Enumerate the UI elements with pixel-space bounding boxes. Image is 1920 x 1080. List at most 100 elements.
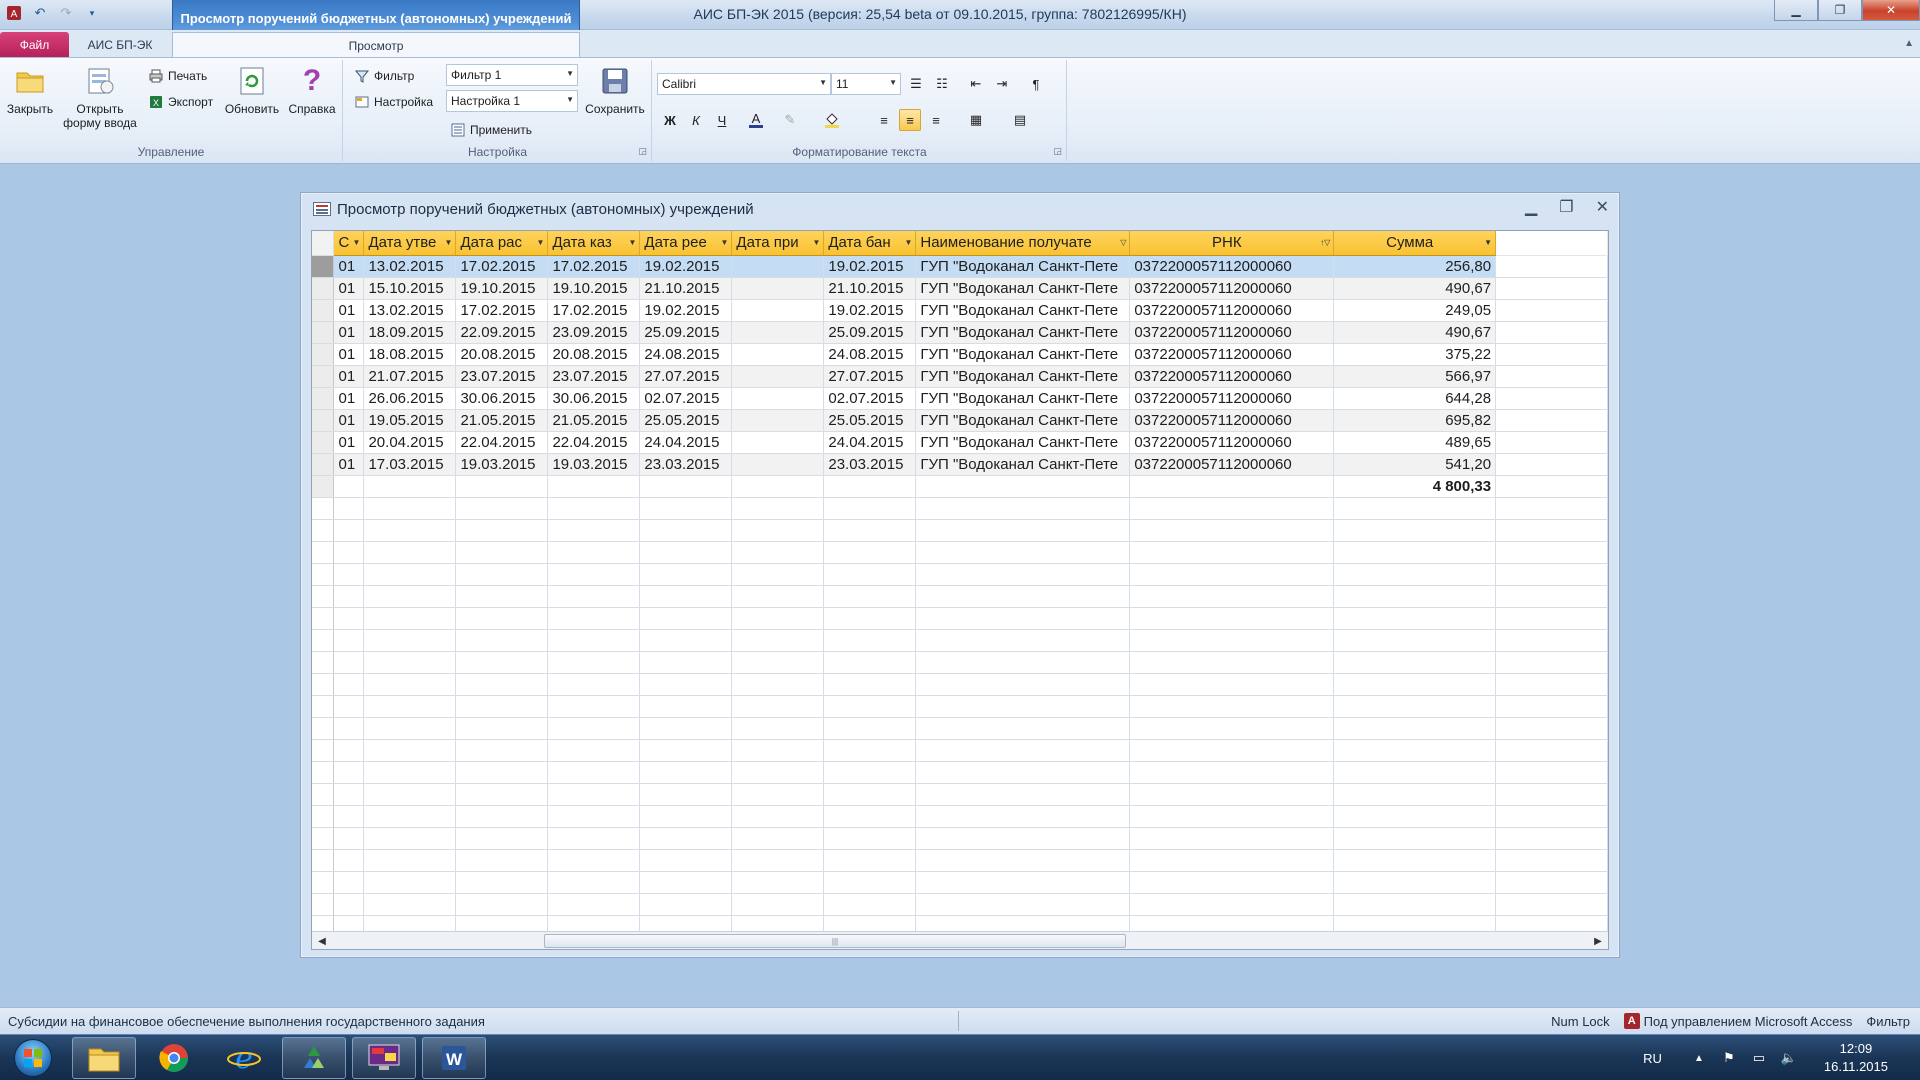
select-all-corner[interactable]	[312, 231, 335, 256]
table-cell[interactable]: 21.05.2015	[547, 409, 641, 432]
table-row[interactable]: 01 18.09.2015 22.09.2015 23.09.2015 25.09.20…	[312, 321, 1608, 344]
align-right-icon[interactable]: ≡	[925, 109, 947, 131]
table-row[interactable]: 01 19.05.2015 21.05.2015 21.05.2015 25.05.20…	[312, 409, 1608, 432]
apply-button[interactable]: Применить	[450, 122, 532, 138]
table-cell[interactable]: 13.02.2015	[363, 299, 457, 322]
close-button[interactable]: Закрыть	[4, 64, 56, 116]
table-cell[interactable]: 22.04.2015	[547, 431, 641, 454]
table-cell[interactable]: 24.08.2015	[823, 343, 917, 366]
table-cell[interactable]: 01	[333, 453, 365, 476]
table-cell[interactable]: 01	[333, 277, 365, 300]
redo-icon[interactable]: ↷	[56, 3, 76, 23]
indent-icon[interactable]: ⇥	[991, 73, 1013, 95]
font-color-icon[interactable]: A	[745, 109, 767, 131]
undo-icon[interactable]: ↶	[30, 3, 50, 23]
table-cell[interactable]: 30.06.2015	[547, 387, 641, 410]
row-selector[interactable]	[312, 299, 335, 322]
table-cell[interactable]	[731, 387, 825, 410]
export-button[interactable]: X Экспорт	[148, 94, 213, 110]
table-cell[interactable]: 22.09.2015	[455, 321, 549, 344]
table-cell[interactable]: 25.09.2015	[823, 321, 917, 344]
table-cell[interactable]: 25.05.2015	[823, 409, 917, 432]
clock[interactable]: 12:09 16.11.2015	[1824, 1040, 1888, 1076]
table-cell[interactable]: 0372200057112000060	[1129, 343, 1335, 366]
internet-explorer-icon[interactable]: e	[212, 1037, 276, 1079]
table-cell[interactable]: ГУП "Водоканал Санкт-Пете	[915, 387, 1131, 410]
table-cell[interactable]	[731, 453, 825, 476]
table-cell[interactable]	[731, 299, 825, 322]
col-header[interactable]: Дата рее ▼	[639, 231, 733, 256]
col-header[interactable]: С ▼	[333, 231, 365, 256]
table-cell[interactable]: 01	[333, 387, 365, 410]
table-cell[interactable]: ГУП "Водоканал Санкт-Пете	[915, 277, 1131, 300]
help-button[interactable]: ? Справка	[284, 64, 340, 116]
table-cell[interactable]	[731, 409, 825, 432]
customize-qat-icon[interactable]: ▾	[82, 3, 102, 23]
table-cell[interactable]: 17.02.2015	[547, 255, 641, 278]
scroll-right-icon[interactable]: ▶	[1590, 933, 1606, 949]
table-cell[interactable]: 02.07.2015	[823, 387, 917, 410]
row-selector[interactable]	[312, 365, 335, 388]
row-selector[interactable]	[312, 453, 335, 476]
table-cell[interactable]: 23.03.2015	[823, 453, 917, 476]
row-selector[interactable]	[312, 277, 335, 300]
col-header[interactable]: Дата бан ▼	[823, 231, 917, 256]
explorer-icon[interactable]	[72, 1037, 136, 1079]
row-selector[interactable]	[312, 387, 335, 410]
underline-button[interactable]: Ч	[711, 109, 733, 131]
start-button[interactable]	[6, 1037, 60, 1079]
table-cell[interactable]: ГУП "Водоканал Санкт-Пете	[915, 365, 1131, 388]
table-cell[interactable]: 375,22	[1333, 343, 1497, 366]
table-cell[interactable]: 644,28	[1333, 387, 1497, 410]
filter-button[interactable]: Фильтр	[354, 68, 414, 84]
tab-view[interactable]: Просмотр	[172, 32, 580, 58]
highlight-icon[interactable]: ✎	[779, 109, 801, 131]
table-cell[interactable]: 0372200057112000060	[1129, 321, 1335, 344]
col-header[interactable]: Дата каз ▼	[547, 231, 641, 256]
col-header[interactable]: Дата рас ▼	[455, 231, 549, 256]
paragraph-icon[interactable]: ¶	[1025, 73, 1047, 95]
table-cell[interactable]: 25.09.2015	[639, 321, 733, 344]
table-cell[interactable]	[731, 343, 825, 366]
table-cell[interactable]: 01	[333, 343, 365, 366]
table-row[interactable]: 01 18.08.2015 20.08.2015 20.08.2015 24.08.20…	[312, 343, 1608, 366]
table-cell[interactable]: 490,67	[1333, 321, 1497, 344]
form-restore-button[interactable]: ❐	[1559, 197, 1573, 217]
table-row[interactable]: 01 26.06.2015 30.06.2015 30.06.2015 02.07.20…	[312, 387, 1608, 410]
table-cell[interactable]: 19.02.2015	[639, 255, 733, 278]
table-cell[interactable]: 21.10.2015	[823, 277, 917, 300]
bold-button[interactable]: Ж	[659, 109, 681, 131]
open-form-button[interactable]: Открыть форму ввода	[58, 64, 142, 130]
row-selector[interactable]	[312, 343, 335, 366]
table-row[interactable]: 01 13.02.2015 17.02.2015 17.02.2015 19.02.20…	[312, 255, 1608, 278]
setup-select[interactable]: Настройка 1 ▼	[446, 90, 578, 112]
col-header[interactable]: Наименование получате ▽	[915, 231, 1131, 256]
table-row[interactable]: 01 15.10.2015 19.10.2015 19.10.2015 21.10.20…	[312, 277, 1608, 300]
save-button[interactable]: Сохранить	[580, 64, 650, 116]
table-cell[interactable]: 0372200057112000060	[1129, 255, 1335, 278]
table-cell[interactable]: 01	[333, 365, 365, 388]
minimize-button[interactable]: ▁	[1774, 0, 1818, 21]
table-cell[interactable]: 01	[333, 409, 365, 432]
word-icon[interactable]: W	[422, 1037, 486, 1079]
table-cell[interactable]: 19.10.2015	[455, 277, 549, 300]
table-cell[interactable]: ГУП "Водоканал Санкт-Пете	[915, 431, 1131, 454]
table-cell[interactable]: 21.10.2015	[639, 277, 733, 300]
dialog-launcher-icon[interactable]: ◲	[638, 146, 647, 157]
table-cell[interactable]: 19.03.2015	[455, 453, 549, 476]
table-cell[interactable]: 19.05.2015	[363, 409, 457, 432]
row-selector[interactable]	[312, 321, 335, 344]
col-header[interactable]: Сумма ▼	[1333, 231, 1497, 256]
table-cell[interactable]: 19.03.2015	[547, 453, 641, 476]
table-cell[interactable]: 0372200057112000060	[1129, 387, 1335, 410]
show-hidden-icons-icon[interactable]: ▲	[1688, 1047, 1710, 1069]
table-cell[interactable]: 0372200057112000060	[1129, 409, 1335, 432]
table-cell[interactable]: 18.08.2015	[363, 343, 457, 366]
volume-icon[interactable]: 🔈	[1778, 1047, 1800, 1069]
table-cell[interactable]: 22.04.2015	[455, 431, 549, 454]
table-row[interactable]: 01 17.03.2015 19.03.2015 19.03.2015 23.03.20…	[312, 453, 1608, 476]
table-cell[interactable]: 23.09.2015	[547, 321, 641, 344]
scroll-thumb[interactable]: |||	[544, 934, 1126, 948]
table-cell[interactable]: 0372200057112000060	[1129, 299, 1335, 322]
table-cell[interactable]: ГУП "Водоканал Санкт-Пете	[915, 409, 1131, 432]
